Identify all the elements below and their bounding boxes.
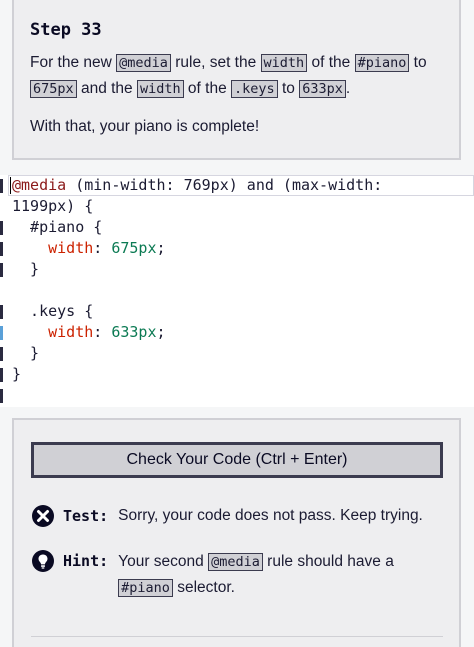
inline-code: width — [136, 80, 184, 98]
inline-code: width — [260, 54, 308, 72]
code-editor[interactable]: @media (min-width: 769px) and (max-width… — [0, 175, 474, 407]
inline-code: #piano — [118, 579, 173, 597]
step-description: For the new @media rule, set the width o… — [30, 54, 427, 98]
gutter-marker — [0, 179, 3, 193]
gutter-marker — [0, 389, 3, 403]
gutter-marker — [0, 263, 3, 277]
code-line-4-prop: width — [48, 239, 94, 257]
test-message: Sorry, your code does not pass. Keep try… — [118, 507, 423, 524]
instructions-panel: Step 33 For the new @media rule, set the… — [12, 0, 461, 160]
code-line-1-rest: (min-width: 769px) and (max-width: — [66, 176, 383, 194]
test-label: Test: — [63, 507, 109, 525]
code-line-4-value: 675px — [111, 239, 157, 257]
completion-text: With that, your piano is complete! — [30, 118, 260, 135]
code-content[interactable]: @media (min-width: 769px) and (max-width… — [12, 175, 382, 385]
code-line-9: } — [12, 344, 40, 362]
hint-result: Hint: Your second @media rule should hav… — [31, 549, 418, 601]
code-line-3: #piano { — [12, 218, 103, 236]
gutter-marker — [0, 221, 3, 235]
inline-code: 633px — [299, 80, 346, 98]
code-line-2: 1199px) { — [12, 197, 94, 215]
gutter-marker — [0, 347, 3, 361]
inline-code: @media — [208, 553, 263, 571]
code-line-5: } — [12, 260, 40, 278]
inline-code: #piano — [354, 54, 410, 72]
editor-gutter — [0, 175, 8, 407]
test-result: Test: Sorry, your code does not pass. Ke… — [31, 504, 423, 528]
inline-code: 675px — [30, 80, 77, 98]
close-circle-icon — [32, 505, 54, 527]
step-title: Step 33 — [30, 20, 102, 40]
code-line-7: .keys { — [12, 302, 94, 320]
inline-code: @media — [116, 54, 171, 72]
check-code-button[interactable]: Check Your Code (Ctrl + Enter) — [31, 442, 443, 478]
inline-code: .keys — [231, 80, 278, 98]
divider — [31, 636, 443, 637]
gutter-marker — [0, 242, 3, 256]
code-line-8-value: 633px — [111, 323, 157, 341]
gutter-marker — [0, 368, 3, 382]
text-cursor — [10, 177, 11, 194]
gutter-marker — [0, 305, 3, 319]
hint-label: Hint: — [63, 552, 109, 570]
hint-message: Your second @media rule should have a #p… — [118, 553, 394, 597]
lightbulb-icon — [32, 550, 54, 572]
action-panel: Check Your Code (Ctrl + Enter) Test: Sor… — [12, 418, 461, 647]
code-line-10: } — [12, 365, 22, 383]
gutter-marker — [0, 326, 3, 340]
code-line-8-prop: width — [48, 323, 94, 341]
code-line-1-at: @media — [12, 176, 67, 194]
